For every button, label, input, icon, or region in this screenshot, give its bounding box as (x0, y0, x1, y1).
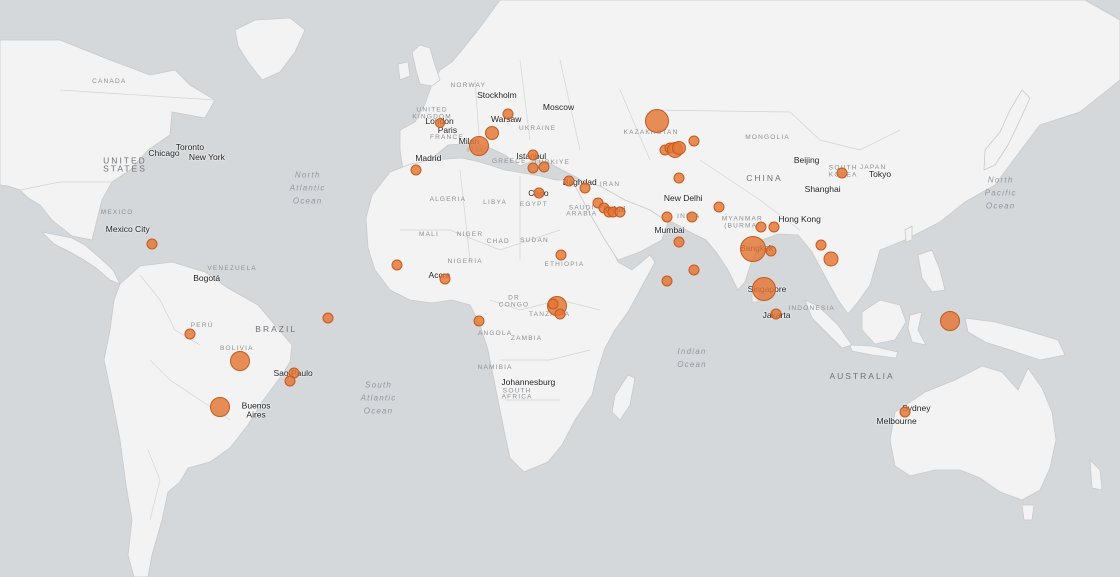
map-marker[interactable] (645, 108, 670, 133)
map-marker[interactable] (469, 136, 490, 157)
map-marker[interactable] (527, 162, 539, 174)
map-marker[interactable] (410, 164, 422, 176)
philippines-shape (917, 249, 946, 293)
madagascar-shape (611, 374, 636, 421)
map-marker[interactable] (184, 328, 196, 340)
map-marker[interactable] (815, 239, 827, 251)
map-marker[interactable] (473, 315, 485, 327)
map-marker[interactable] (322, 312, 334, 324)
map-marker[interactable] (836, 167, 848, 179)
map-marker[interactable] (673, 236, 685, 248)
map-marker[interactable] (940, 310, 961, 331)
map-marker[interactable] (752, 276, 777, 301)
map-marker[interactable] (229, 351, 250, 372)
uk-shape (411, 44, 441, 87)
new-zealand-shape (1089, 458, 1103, 491)
sulawesi-shape (907, 311, 927, 346)
map-marker[interactable] (146, 238, 158, 250)
map-marker[interactable] (740, 235, 767, 262)
map-marker[interactable] (899, 406, 911, 418)
map-marker[interactable] (502, 108, 514, 120)
tasmania-shape (1021, 504, 1035, 521)
basemap (0, 0, 1120, 577)
map-marker[interactable] (439, 273, 451, 285)
north-america-shape (0, 39, 216, 241)
borneo-shape (861, 299, 907, 345)
land-layer (0, 0, 1120, 577)
map-marker[interactable] (538, 161, 550, 173)
central-america-shape (40, 231, 121, 285)
greenland-shape (234, 17, 306, 81)
map-marker[interactable] (765, 245, 777, 257)
map-marker[interactable] (484, 125, 499, 140)
map-marker[interactable] (533, 187, 545, 199)
map-marker[interactable] (755, 221, 767, 233)
map-marker[interactable] (554, 308, 566, 320)
australia-shape (889, 365, 1057, 501)
map-marker[interactable] (823, 251, 839, 267)
map-marker[interactable] (614, 206, 626, 218)
map-marker[interactable] (527, 149, 539, 161)
map-marker[interactable] (391, 259, 403, 271)
map-marker[interactable] (284, 375, 296, 387)
map-marker[interactable] (435, 117, 445, 128)
map-marker[interactable] (661, 211, 673, 223)
map-marker[interactable] (673, 172, 685, 184)
map-marker[interactable] (768, 221, 780, 233)
map-marker[interactable] (770, 308, 782, 320)
ireland-shape (397, 61, 411, 81)
map-marker[interactable] (688, 135, 700, 147)
map-marker[interactable] (661, 275, 673, 287)
map-marker[interactable] (686, 211, 698, 223)
world-map[interactable]: North Atlantic Ocean South Atlantic Ocean… (0, 0, 1120, 577)
map-marker[interactable] (688, 264, 700, 276)
map-marker[interactable] (209, 396, 230, 417)
map-marker[interactable] (555, 249, 567, 261)
map-marker[interactable] (579, 182, 591, 194)
new-guinea-shape (964, 317, 1066, 361)
south-america-shape (103, 261, 293, 577)
map-marker[interactable] (563, 175, 575, 187)
java-shape (849, 344, 899, 359)
map-marker[interactable] (713, 201, 725, 213)
map-marker[interactable] (672, 140, 687, 155)
